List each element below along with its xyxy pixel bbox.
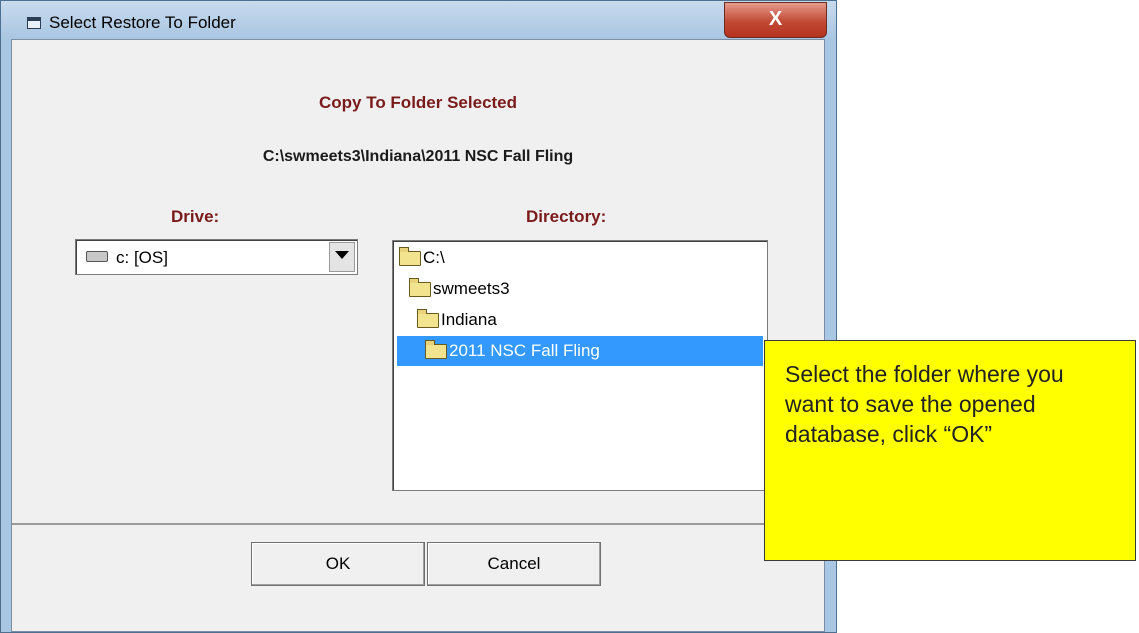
open-folder-icon — [409, 278, 431, 298]
selection-panel: Copy To Folder Selected C:\swmeets3\Indi… — [12, 40, 824, 525]
directory-item-label: 2011 NSC Fall Fling — [449, 341, 600, 360]
cancel-button[interactable]: Cancel — [427, 542, 601, 586]
drive-icon — [86, 251, 108, 262]
dialog-window: Select Restore To Folder X Copy To Folde… — [0, 0, 837, 633]
drive-label: Drive: — [171, 207, 220, 226]
directory-item-label: swmeets3 — [433, 279, 510, 298]
directory-item-indiana[interactable]: Indiana — [417, 305, 497, 335]
window-icon — [27, 17, 41, 29]
ok-button[interactable]: OK — [251, 542, 425, 586]
chevron-down-icon — [335, 251, 349, 259]
directory-label: Directory: — [526, 207, 607, 226]
directory-item-root[interactable]: C:\ — [399, 243, 445, 273]
drive-select[interactable]: c: [OS] — [75, 239, 358, 275]
drive-select-value: c: [OS] — [116, 248, 168, 267]
close-icon: X — [768, 8, 783, 30]
open-folder-icon — [425, 340, 447, 360]
directory-item-label: C:\ — [423, 248, 445, 267]
drive-dropdown-button[interactable] — [329, 242, 355, 272]
open-folder-icon — [399, 247, 421, 267]
close-button[interactable]: X — [724, 2, 827, 38]
directory-item-2011-nsc-fall-fling[interactable]: 2011 NSC Fall Fling — [397, 336, 763, 366]
open-folder-icon — [417, 309, 439, 329]
window-title: Select Restore To Folder — [49, 13, 236, 32]
instruction-callout: Select the folder where you want to save… — [764, 340, 1136, 561]
directory-item-label: Indiana — [441, 310, 497, 329]
selected-path: C:\swmeets3\Indiana\2011 NSC Fall Fling — [262, 148, 574, 165]
dialog-client-area: Copy To Folder Selected C:\swmeets3\Indi… — [11, 39, 825, 632]
title-bar[interactable]: Select Restore To Folder X — [1, 1, 836, 39]
heading-copy-to-folder: Copy To Folder Selected — [318, 93, 518, 112]
directory-item-swmeets3[interactable]: swmeets3 — [409, 274, 510, 304]
directory-list[interactable]: C:\ swmeets3 Indiana 2011 NSC Fall Fling — [392, 240, 768, 491]
